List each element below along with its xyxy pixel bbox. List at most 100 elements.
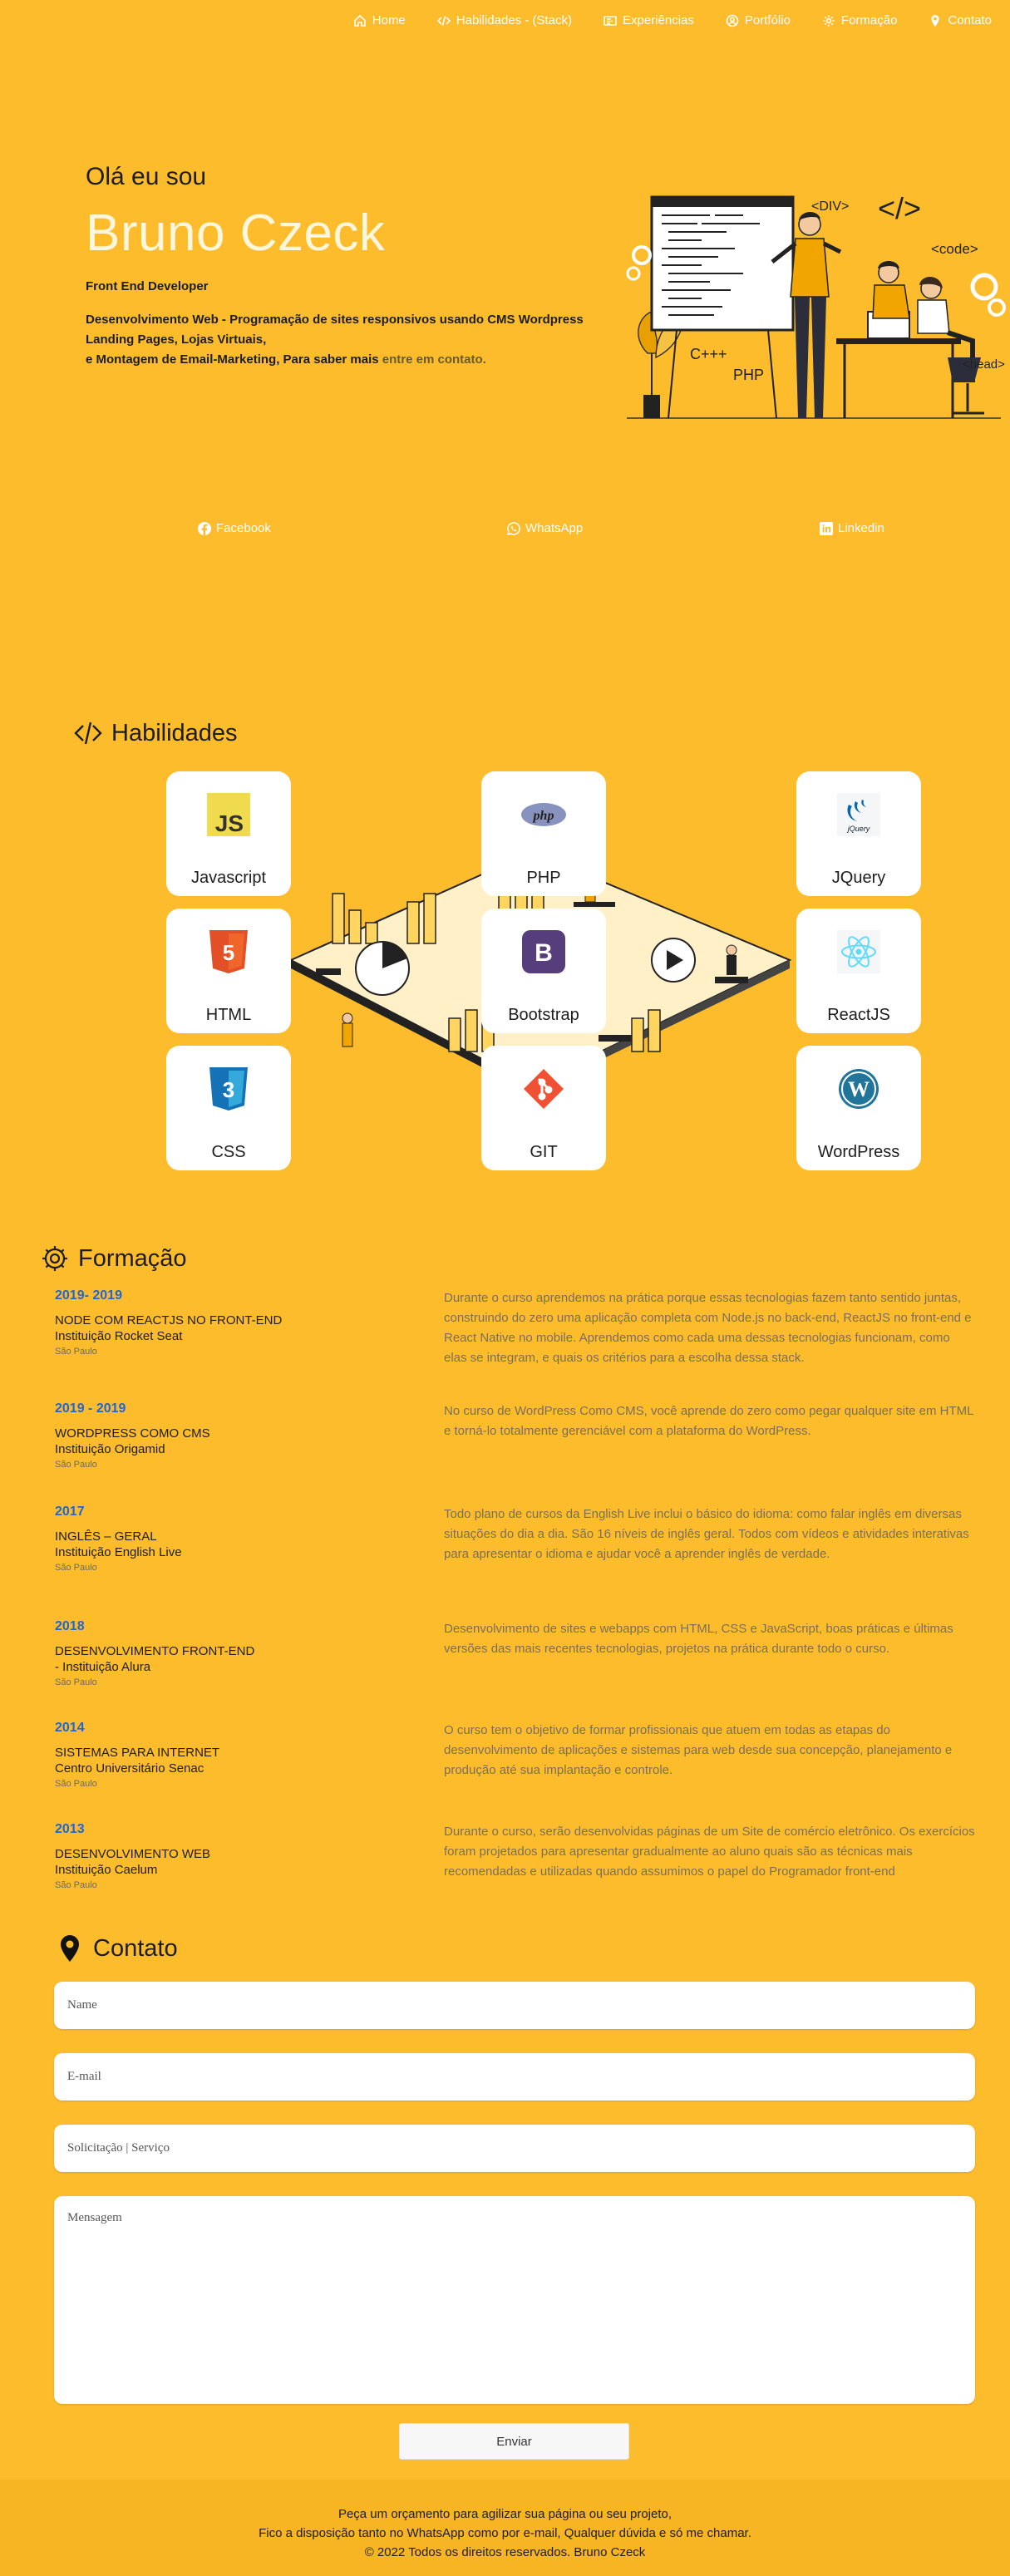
skill-card-jquery[interactable]: jQuery JQuery xyxy=(796,771,921,896)
contact-title-text: Contato xyxy=(93,1934,178,1962)
whatsapp-label: WhatsApp xyxy=(525,521,584,535)
footer-line2: Fico a disposição tanto no WhatsApp como… xyxy=(259,2526,751,2540)
education-item: 2019- 2019 NODE COM REACTJS NO FRONT-END… xyxy=(55,1288,972,1365)
nav-item-skills[interactable]: Habilidades - (Stack) xyxy=(436,13,572,27)
skill-label: CSS xyxy=(211,1143,246,1161)
php-logo-icon: php xyxy=(520,791,567,838)
nav-item-contact[interactable]: Contato xyxy=(929,13,992,27)
html5-logo-icon: 5 xyxy=(205,928,252,975)
skill-label: JQuery xyxy=(831,869,886,887)
nav-label: Home xyxy=(372,13,406,27)
linkedin-link[interactable]: Linkedin xyxy=(820,521,884,535)
contact-link[interactable]: entre em contato. xyxy=(382,352,486,367)
svg-text:php: php xyxy=(532,809,554,823)
skill-label: HTML xyxy=(205,1006,252,1024)
word-php: PHP xyxy=(733,367,764,383)
hero-description: Desenvolvimento Web - Programação de sit… xyxy=(86,310,626,370)
footer: Peça um orçamento para agilizar sua pági… xyxy=(0,2480,1010,2576)
home-icon xyxy=(353,14,366,27)
skills-title-text: Habilidades xyxy=(111,719,238,746)
skill-card-javascript[interactable]: JS Javascript xyxy=(166,771,291,896)
nav-item-experience[interactable]: Experiências xyxy=(604,13,694,27)
skill-label: PHP xyxy=(526,869,561,887)
top-nav: Home Habilidades - (Stack) Experiências … xyxy=(0,0,1010,43)
skill-card-css[interactable]: 3 CSS xyxy=(166,1046,291,1170)
css3-logo-icon: 3 xyxy=(205,1066,252,1112)
code-icon xyxy=(74,722,102,745)
nav-item-portfolio[interactable]: Portfólio xyxy=(726,13,791,27)
skill-card-reactjs[interactable]: ReactJS xyxy=(796,909,921,1033)
nav-label: Habilidades - (Stack) xyxy=(456,13,572,27)
linkedin-label: Linkedin xyxy=(838,521,884,535)
linkedin-icon xyxy=(820,521,833,535)
edu-description: Todo plano de cursos da English Live inc… xyxy=(444,1507,969,1561)
word-code: <code> xyxy=(931,241,978,257)
bootstrap-logo-icon: B xyxy=(520,928,567,975)
contact-title: Contato xyxy=(55,1933,178,1963)
code-icon xyxy=(436,15,451,26)
email-input[interactable] xyxy=(54,2053,975,2101)
education-title-text: Formação xyxy=(78,1244,187,1272)
hero-greeting: Olá eu sou xyxy=(86,163,207,190)
skill-card-php[interactable]: php PHP xyxy=(481,771,606,896)
name-input[interactable] xyxy=(54,1982,975,2029)
skill-label: Bootstrap xyxy=(508,1006,579,1024)
edu-city: São Paulo xyxy=(55,1677,97,1687)
education-item: 2017 INGLÊS – GERAL Instituição English … xyxy=(55,1505,969,1573)
jquery-logo-icon: jQuery xyxy=(835,791,882,838)
edu-description: Durante o curso, serão desenvolvidas pág… xyxy=(444,1825,975,1879)
word-head: <head> xyxy=(963,357,1005,372)
whatsapp-icon xyxy=(507,521,520,535)
edu-description: Desenvolvimento de sites e webapps com H… xyxy=(444,1622,953,1656)
id-card-icon xyxy=(604,15,617,26)
svg-text:JS: JS xyxy=(215,810,244,836)
social-links: Facebook WhatsApp Linkedin xyxy=(0,521,1010,541)
react-logo-icon xyxy=(835,928,882,975)
nav-label: Portfólio xyxy=(744,13,791,27)
nav-label: Experiências xyxy=(623,13,694,27)
facebook-link[interactable]: Facebook xyxy=(198,521,271,535)
education-item: 2014 SISTEMAS PARA INTERNET Centro Unive… xyxy=(55,1721,969,1789)
send-button[interactable]: Enviar xyxy=(399,2423,629,2460)
word-slash: </> xyxy=(878,191,921,225)
hero-desc-line3: e Montagem de Email-Marketing, Para sabe… xyxy=(86,352,382,367)
edu-description: O curso tem o objetivo de formar profiss… xyxy=(444,1723,953,1777)
nav-items: Home Habilidades - (Stack) Experiências … xyxy=(322,13,992,27)
edu-description: Durante o curso aprendemos na prática po… xyxy=(444,1291,972,1365)
edu-description: No curso de WordPress Como CMS, você apr… xyxy=(444,1404,973,1438)
hero-name: Bruno Czeck xyxy=(86,204,386,262)
nav-item-education[interactable]: Formação xyxy=(822,13,898,27)
map-pin-icon xyxy=(61,1935,79,1962)
developers-illustration: <DIV> </> <code> C+++ PHP <head> xyxy=(626,191,1006,419)
gear-icon xyxy=(42,1246,67,1271)
word-div: <DIV> xyxy=(811,199,849,214)
skill-card-html[interactable]: 5 HTML xyxy=(166,909,291,1033)
nav-label: Contato xyxy=(948,13,992,27)
skill-label: WordPress xyxy=(817,1143,900,1161)
facebook-label: Facebook xyxy=(216,521,271,535)
skill-card-git[interactable]: GIT xyxy=(481,1046,606,1170)
skill-card-bootstrap[interactable]: B Bootstrap xyxy=(481,909,606,1033)
svg-text:5: 5 xyxy=(223,940,234,965)
education-title: Formação xyxy=(40,1244,187,1273)
hero-role: Front End Developer xyxy=(86,279,209,293)
whatsapp-link[interactable]: WhatsApp xyxy=(507,521,583,535)
gear-icon xyxy=(823,15,835,26)
footer-line1: Peça um orçamento para agilizar sua pági… xyxy=(337,2507,673,2521)
facebook-icon xyxy=(198,521,211,535)
skill-card-wordpress[interactable]: W WordPress xyxy=(796,1046,921,1170)
svg-text:W: W xyxy=(848,1077,870,1101)
request-input[interactable] xyxy=(54,2125,975,2172)
footer-copyright: © 2022 Todos os direitos reservados. Bru… xyxy=(364,2545,646,2559)
education-item: 2013 DESENVOLVIMENTO WEB Instituição Cae… xyxy=(55,1822,975,1890)
git-logo-icon xyxy=(520,1066,567,1112)
hero-desc-line1: Desenvolvimento Web - Programação de sit… xyxy=(86,313,584,327)
javascript-logo-icon: JS xyxy=(205,791,252,838)
nav-item-home[interactable]: Home xyxy=(353,13,406,27)
map-pin-icon xyxy=(931,14,940,27)
user-circle-icon xyxy=(726,14,739,27)
word-cpp: C+++ xyxy=(690,346,727,362)
message-textarea[interactable] xyxy=(54,2196,975,2404)
nav-label: Formação xyxy=(840,13,898,27)
edu-institution: Instituição Origamid xyxy=(55,1442,165,1456)
